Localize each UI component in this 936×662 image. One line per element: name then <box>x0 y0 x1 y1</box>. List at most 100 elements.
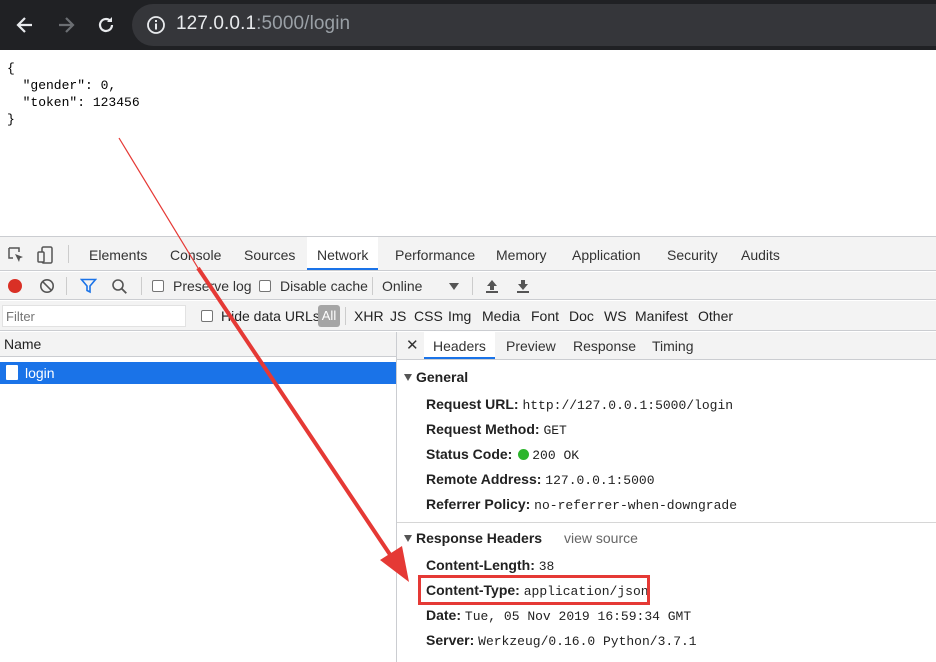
request-row[interactable]: login <box>0 362 396 384</box>
divider <box>66 277 67 295</box>
filter-type-other[interactable]: Other <box>698 301 733 331</box>
tab-sources[interactable]: Sources <box>234 237 305 270</box>
back-button[interactable] <box>10 10 40 40</box>
filter-type-xhr[interactable]: XHR <box>354 301 384 331</box>
disable-cache-label: Disable cache <box>280 278 368 294</box>
browser-toolbar: 127.0.0.1:5000/login <box>0 0 936 50</box>
record-icon[interactable] <box>7 278 23 294</box>
annotation-highlight-box <box>418 575 650 605</box>
export-har-icon[interactable] <box>516 278 530 294</box>
divider <box>345 307 346 325</box>
tab-performance[interactable]: Performance <box>385 237 485 270</box>
triangle-down-icon <box>404 374 412 381</box>
filter-type-manifest[interactable]: Manifest <box>635 301 688 331</box>
network-toolbar: Preserve log Disable cache Online <box>0 272 936 300</box>
request-detail-tabs: ✕ Headers Preview Response Timing <box>397 332 936 360</box>
json-line: } <box>7 112 15 127</box>
filter-icon[interactable] <box>80 278 97 294</box>
search-icon[interactable] <box>111 278 128 295</box>
date-value: Tue, 05 Nov 2019 16:59:34 GMT <box>464 609 692 624</box>
json-line: { <box>7 61 15 76</box>
referrer-policy-row: Referrer Policy: no-referrer-when-downgr… <box>426 496 737 513</box>
inspect-element-icon[interactable] <box>6 245 26 265</box>
pane-divider[interactable] <box>396 332 397 662</box>
divider <box>68 245 69 263</box>
arrow-left-icon <box>16 17 32 33</box>
throttle-select[interactable]: Online <box>382 272 422 300</box>
reload-icon <box>98 17 114 33</box>
view-source-link[interactable]: view source <box>564 530 638 546</box>
reload-button[interactable] <box>91 10 121 40</box>
filter-type-all[interactable]: All <box>318 305 340 327</box>
remote-address-row: Remote Address: 127.0.0.1:5000 <box>426 471 655 488</box>
filter-type-doc[interactable]: Doc <box>569 301 594 331</box>
tab-application[interactable]: Application <box>562 237 651 270</box>
filter-type-css[interactable]: CSS <box>414 301 443 331</box>
tab-timing[interactable]: Timing <box>643 332 703 359</box>
tab-console[interactable]: Console <box>160 237 231 270</box>
status-ok-icon <box>518 449 530 460</box>
tab-security[interactable]: Security <box>657 237 728 270</box>
status-code-row: Status Code: 200 OK <box>426 446 579 463</box>
status-code-key: Status Code: <box>426 446 513 462</box>
request-url-value: http://127.0.0.1:5000/login <box>522 398 734 413</box>
request-url-row: Request URL: http://127.0.0.1:5000/login <box>426 396 733 413</box>
preserve-log-label: Preserve log <box>173 278 252 294</box>
filter-type-media[interactable]: Media <box>482 301 520 331</box>
tab-elements[interactable]: Elements <box>79 237 157 270</box>
server-value: Werkzeug/0.16.0 Python/3.7.1 <box>478 634 697 649</box>
tab-memory[interactable]: Memory <box>486 237 557 270</box>
json-response-body: { "gender": 0, "token": 123456} <box>7 60 140 128</box>
hide-data-urls-checkbox[interactable] <box>201 310 213 322</box>
json-line: "gender": 0, <box>7 78 117 93</box>
json-line: "token": 123456 <box>7 95 140 110</box>
date-key: Date: <box>426 607 462 623</box>
devtools-tabbar: Elements Console Sources Network Perform… <box>0 237 936 271</box>
divider <box>472 277 473 295</box>
clear-icon[interactable] <box>39 278 55 294</box>
name-column-header[interactable]: Name <box>0 332 396 357</box>
referrer-policy-key: Referrer Policy: <box>426 496 531 512</box>
request-method-key: Request Method: <box>426 421 540 437</box>
request-name: login <box>25 365 55 381</box>
general-section-title: General <box>416 369 469 385</box>
filter-input[interactable] <box>2 305 186 327</box>
divider <box>141 277 142 295</box>
tab-headers[interactable]: Headers <box>424 332 495 359</box>
remote-address-key: Remote Address: <box>426 471 542 487</box>
close-icon[interactable]: ✕ <box>406 336 419 354</box>
arrow-right-icon <box>59 17 75 33</box>
request-method-row: Request Method: GET <box>426 421 567 438</box>
info-icon[interactable] <box>146 15 166 35</box>
filter-bar: Hide data URLs All XHR JS CSS Img Media … <box>0 301 936 331</box>
section-divider <box>397 522 936 523</box>
tab-network[interactable]: Network <box>307 237 379 270</box>
request-method-value: GET <box>543 423 567 438</box>
chevron-down-icon[interactable] <box>449 283 459 290</box>
device-toggle-icon[interactable] <box>36 245 56 265</box>
triangle-down-icon <box>404 535 412 542</box>
filter-type-font[interactable]: Font <box>531 301 559 331</box>
import-har-icon[interactable] <box>485 278 499 294</box>
filter-type-ws[interactable]: WS <box>604 301 627 331</box>
content-length-row: Content-Length: 38 <box>426 557 554 574</box>
tab-preview[interactable]: Preview <box>497 332 565 359</box>
tab-response[interactable]: Response <box>564 332 645 359</box>
url-path: :5000/login <box>256 13 351 34</box>
response-headers-section-toggle[interactable]: Response Headers <box>404 530 542 546</box>
general-section-toggle[interactable]: General <box>404 369 468 385</box>
forward-button[interactable] <box>51 10 81 40</box>
preserve-log-checkbox[interactable] <box>152 280 164 292</box>
document-icon <box>6 365 18 380</box>
filter-type-js[interactable]: JS <box>390 301 406 331</box>
status-code-value: 200 OK <box>532 448 580 463</box>
referrer-policy-value: no-referrer-when-downgrade <box>534 498 738 513</box>
tab-audits[interactable]: Audits <box>731 237 790 270</box>
content-length-value: 38 <box>538 559 555 574</box>
divider <box>372 277 373 295</box>
url-text[interactable]: 127.0.0.1:5000/login <box>176 13 350 35</box>
hide-data-urls-label: Hide data URLs <box>221 308 320 324</box>
disable-cache-checkbox[interactable] <box>259 280 271 292</box>
url-host: 127.0.0.1 <box>176 13 257 34</box>
filter-type-img[interactable]: Img <box>448 301 471 331</box>
